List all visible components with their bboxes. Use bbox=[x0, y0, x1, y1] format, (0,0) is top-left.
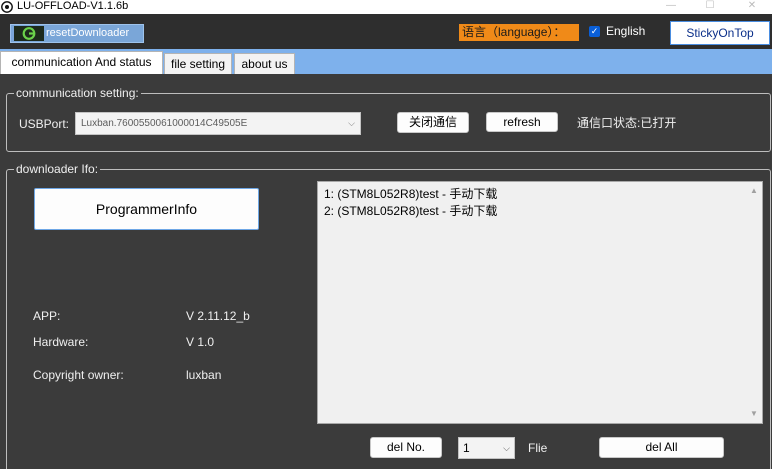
reset-downloader-button[interactable]: resetDownloader bbox=[10, 24, 144, 43]
usb-port-value: Luxban.7600550061000014C49505E bbox=[81, 118, 248, 129]
close-window-icon[interactable]: ✕ bbox=[744, 0, 760, 13]
port-status-text: 通信口状态:已打开 bbox=[577, 116, 677, 130]
tab-strip: communication And status file setting ab… bbox=[0, 49, 772, 74]
tab-file-setting[interactable]: file setting bbox=[164, 53, 232, 74]
usb-port-select[interactable]: Luxban.7600550061000014C49505E ⌵ bbox=[75, 112, 361, 135]
maximize-icon[interactable]: ☐ bbox=[702, 0, 718, 13]
communication-setting-legend: communication setting: bbox=[14, 86, 141, 100]
refresh-button[interactable]: refresh bbox=[486, 112, 558, 132]
delete-number-button[interactable]: del No. bbox=[370, 437, 442, 458]
close-communication-button[interactable]: 关闭通信 bbox=[397, 112, 469, 133]
app-version-label: APP: bbox=[33, 309, 61, 323]
sticky-on-top-button[interactable]: StickyOnTop bbox=[670, 21, 770, 45]
app-version-value: V 2.11.12_b bbox=[186, 309, 250, 323]
top-toolbar: resetDownloader 语言（language）： ✓ English … bbox=[0, 14, 772, 49]
log-scrollbar[interactable]: ▲ ▼ bbox=[746, 182, 762, 423]
reset-downloader-label: resetDownloader bbox=[46, 27, 130, 39]
list-item[interactable]: 1: (STM8L052R8)test - 手动下载 bbox=[324, 186, 497, 202]
chevron-down-icon: ⌵ bbox=[348, 118, 355, 128]
app-logo-icon bbox=[1, 1, 13, 13]
hardware-version-value: V 1.0 bbox=[186, 335, 215, 349]
english-checkbox[interactable]: ✓ bbox=[589, 26, 600, 37]
minimize-icon[interactable]: — bbox=[663, 0, 679, 13]
delete-all-button[interactable]: del All bbox=[599, 437, 724, 458]
copyright-value: luxban bbox=[186, 368, 222, 382]
language-label: 语言（language）： bbox=[459, 24, 579, 41]
tab-about-us[interactable]: about us bbox=[234, 53, 295, 74]
number-select[interactable]: 1 ⌵ bbox=[458, 437, 515, 459]
chevron-down-icon: ⌵ bbox=[503, 443, 510, 453]
reset-logo-icon bbox=[14, 26, 44, 41]
hardware-version-label: Hardware: bbox=[33, 335, 89, 349]
tab-communication-status[interactable]: communication And status bbox=[0, 51, 163, 74]
downloader-info-legend: downloader Ifo: bbox=[14, 162, 101, 176]
copyright-label: Copyright owner: bbox=[33, 368, 124, 382]
download-log-list[interactable]: 1: (STM8L052R8)test - 手动下载 2: (STM8L052R… bbox=[317, 181, 763, 424]
file-label: Flie bbox=[528, 441, 548, 455]
scroll-up-icon[interactable]: ▲ bbox=[749, 187, 759, 195]
usb-port-label: USBPort: bbox=[19, 117, 70, 131]
window-title: LU-OFFLOAD-V1.1.6b bbox=[17, 0, 129, 12]
programmer-info-button[interactable]: ProgrammerInfo bbox=[34, 188, 259, 230]
english-label[interactable]: English bbox=[606, 23, 645, 40]
number-value: 1 bbox=[463, 441, 470, 455]
title-bar: LU-OFFLOAD-V1.1.6b — ☐ ✕ bbox=[0, 0, 772, 14]
list-item[interactable]: 2: (STM8L052R8)test - 手动下载 bbox=[324, 203, 497, 219]
scroll-down-icon[interactable]: ▼ bbox=[749, 410, 759, 418]
